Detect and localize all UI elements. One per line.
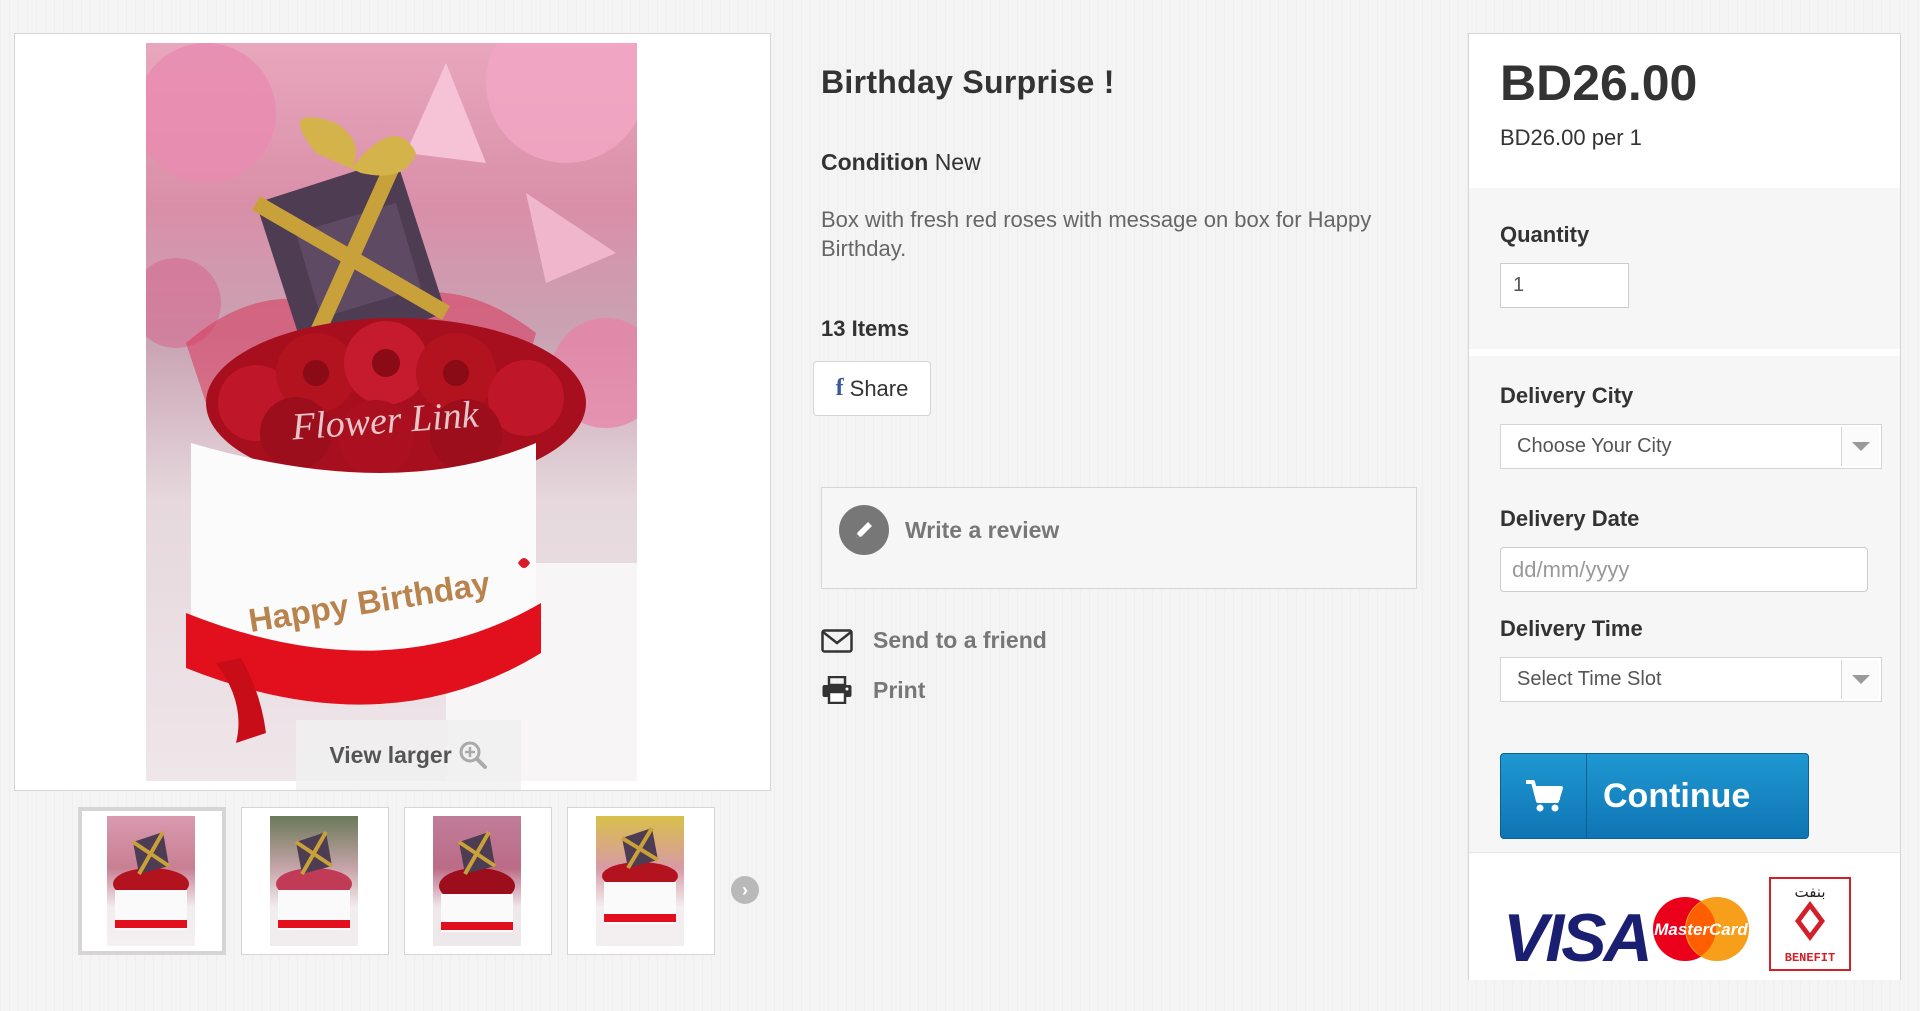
- product-photo-illustration: Flower Link Happy Birthday: [146, 43, 637, 781]
- review-box: Write a review: [821, 487, 1417, 589]
- write-review-link[interactable]: Write a review: [839, 505, 1059, 555]
- price-section: BD26.00 BD26.00 per 1: [1469, 34, 1900, 188]
- unit-price: BD26.00 per 1: [1500, 125, 1642, 150]
- view-larger-button[interactable]: View larger: [296, 720, 521, 790]
- condition-value: New: [934, 149, 981, 175]
- send-to-friend-label: Send to a friend: [873, 627, 1047, 653]
- items-in-stock: 13 Items: [821, 316, 910, 341]
- condition-label: Condition: [821, 149, 929, 175]
- thumbnail-image: [270, 816, 358, 946]
- zoom-in-icon: [459, 741, 487, 769]
- send-to-friend-link[interactable]: Send to a friend: [821, 627, 1047, 654]
- delivery-city-value: Choose Your City: [1517, 435, 1672, 457]
- svg-text:MasterCard: MasterCard: [1654, 920, 1748, 939]
- write-review-label: Write a review: [905, 516, 1060, 543]
- facebook-share-button[interactable]: f Share: [813, 361, 931, 416]
- thumbnail-image: [107, 816, 195, 946]
- delivery-time-label: Delivery Time: [1500, 616, 1643, 641]
- product-main-image[interactable]: Flower Link Happy Birthday: [146, 43, 637, 781]
- svg-text:بنفت: بنفت: [1794, 883, 1825, 901]
- delivery-time-select[interactable]: Select Time Slot: [1500, 657, 1882, 702]
- buy-box: BD26.00 BD26.00 per 1 Quantity 1 Deliver…: [1468, 33, 1901, 980]
- pencil-icon: [839, 505, 889, 555]
- product-image-box: Flower Link Happy Birthday View larger: [14, 33, 771, 791]
- thumbnail-2[interactable]: [241, 807, 389, 955]
- product-title: Birthday Surprise !: [821, 64, 1115, 100]
- product-condition: Condition New: [821, 149, 981, 176]
- print-link[interactable]: Print: [821, 676, 925, 704]
- thumbnail-image: [433, 816, 521, 946]
- visa-logo: VISA: [1503, 900, 1653, 976]
- payment-logos: VISA MasterCard بنفت BENEFIT: [1469, 852, 1900, 980]
- thumbnail-4[interactable]: [567, 807, 715, 955]
- cart-icon: [1501, 754, 1587, 838]
- thumbnail-next-arrow-icon[interactable]: ›: [731, 876, 759, 904]
- product-description: Box with fresh red roses with message on…: [821, 207, 1372, 261]
- thumbnail-image: [596, 816, 684, 946]
- printer-icon: [822, 676, 852, 704]
- share-label: Share: [849, 375, 909, 401]
- mastercard-logo: MasterCard: [1653, 897, 1749, 961]
- facebook-icon: f: [835, 375, 844, 401]
- delivery-city-select[interactable]: Choose Your City: [1500, 424, 1882, 469]
- svg-text:BENEFIT: BENEFIT: [1785, 951, 1835, 965]
- view-larger-label: View larger: [329, 741, 452, 768]
- thumbnail-1[interactable]: [78, 807, 226, 955]
- chevron-down-icon: [1841, 427, 1879, 466]
- print-label: Print: [873, 676, 926, 703]
- continue-button[interactable]: Continue: [1500, 753, 1809, 839]
- chevron-down-icon: [1841, 660, 1879, 699]
- envelope-icon: [821, 628, 853, 653]
- thumbnail-3[interactable]: [404, 807, 552, 955]
- product-price: BD26.00: [1500, 55, 1698, 111]
- continue-label: Continue: [1603, 776, 1751, 815]
- benefit-logo: بنفت BENEFIT: [1769, 877, 1851, 971]
- delivery-time-value: Select Time Slot: [1517, 668, 1662, 690]
- delivery-date-label: Delivery Date: [1500, 506, 1640, 531]
- quantity-label: Quantity: [1500, 222, 1590, 247]
- delivery-date-input[interactable]: dd/mm/yyyy: [1500, 547, 1868, 592]
- quantity-input[interactable]: 1: [1500, 263, 1629, 308]
- delivery-city-label: Delivery City: [1500, 383, 1634, 408]
